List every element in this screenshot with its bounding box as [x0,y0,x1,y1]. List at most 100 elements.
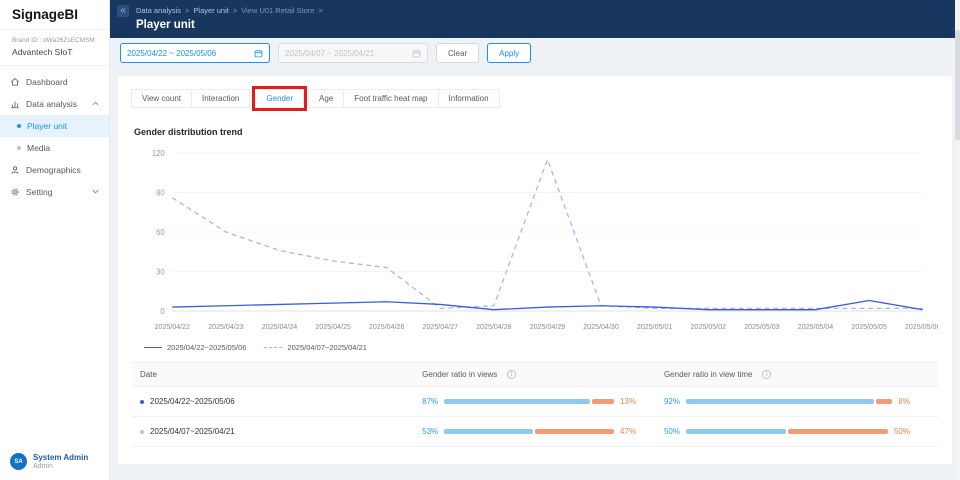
sidebar: SignageBI Brand ID : dWa26ZsECMSM Advant… [0,0,110,480]
sidebar-item-label: Data analysis [26,99,77,109]
sidebar-item-label: Demographics [26,165,81,175]
breadcrumb: Data analysis > Player unit > View U01 R… [136,6,960,15]
red-highlight-annotation: Gender [252,86,307,111]
info-icon[interactable]: i [507,370,516,379]
app-logo: SignageBI [0,0,109,30]
sidebar-item-media[interactable]: Media [0,137,109,159]
bar-right-seg [535,429,614,434]
row-date-cell: 2025/04/22~2025/05/06 [132,397,422,406]
views-ratio-cell: 87% 13% [422,397,664,406]
sidebar-item-setting[interactable]: Setting [0,181,109,203]
gender-trend-chart-svg: 03060901202025/04/222025/04/232025/04/24… [132,141,938,341]
ratio-bar [444,399,614,404]
bar-left-seg [444,429,533,434]
page-scrollbar[interactable] [955,0,960,480]
tab-gender[interactable]: Gender [255,89,304,108]
ratio-bar [686,399,892,404]
svg-text:2025/05/03: 2025/05/03 [744,322,780,331]
svg-text:2025/05/02: 2025/05/02 [690,322,726,331]
sidebar-item-demographics[interactable]: Demographics [0,159,109,181]
bar-right-seg [876,399,892,404]
bar-right-seg [592,399,614,404]
sidebar-item-label: Media [27,143,50,153]
svg-text:60: 60 [156,228,165,237]
scrollbar-thumb[interactable] [955,30,960,140]
column-header-date: Date [132,370,422,379]
tab-bar: View count Interaction Gender Age Foot t… [132,86,938,111]
calendar-icon [412,49,421,58]
bullet-icon [140,430,144,434]
views-ratio-cell: 53% 47% [422,427,664,436]
ratio-left-value: 92% [664,397,680,406]
user-role: Admin [33,463,88,470]
bar-chart-icon [10,99,20,109]
tab-age[interactable]: Age [308,89,344,108]
breadcrumb-item[interactable]: View U01 Retail Store [241,6,314,15]
legend-item-current[interactable]: 2025/04/22~2025/05/06 [144,343,246,352]
sidebar-item-player-unit[interactable]: Player unit [0,115,109,137]
svg-text:2025/04/25: 2025/04/25 [315,322,351,331]
sidebar-item-label: Player unit [27,121,67,131]
tab-interaction[interactable]: Interaction [191,89,250,108]
view-time-ratio-cell: 92% 8% [664,397,938,406]
clear-button[interactable]: Clear [436,43,479,63]
tab-information[interactable]: Information [438,89,500,108]
date-range-value: 2025/04/22 ~ 2025/05/06 [127,49,216,58]
user-profile[interactable]: SA System Admin Admin [10,453,88,470]
legend-label: 2025/04/07~2025/04/21 [287,343,366,352]
legend-label: 2025/04/22~2025/05/06 [167,343,246,352]
home-icon [10,77,20,87]
svg-text:2025/05/05: 2025/05/05 [851,322,887,331]
table-header-row: Date Gender ratio in views i Gender rati… [132,363,938,387]
sidebar-collapse-icon[interactable]: « [117,5,129,17]
ratio-right-value: 13% [620,397,636,406]
sidebar-item-data-analysis[interactable]: Data analysis [0,93,109,115]
svg-text:120: 120 [152,149,165,158]
table-row: 2025/04/22~2025/05/06 87% 13% 92% [132,387,938,417]
svg-text:2025/04/26: 2025/04/26 [369,322,405,331]
bar-left-seg [686,429,786,434]
chart-legend: 2025/04/22~2025/05/06 2025/04/07~2025/04… [144,343,938,352]
breadcrumb-separator: > [233,6,237,15]
legend-item-previous[interactable]: 2025/04/07~2025/04/21 [264,343,366,352]
tab-foot-traffic-heat-map[interactable]: Foot traffic heat map [343,89,438,108]
column-header-label: Gender ratio in views [422,370,497,379]
user-name: System Admin [33,453,88,462]
ratio-left-value: 50% [664,427,680,436]
ratio-right-value: 47% [620,427,636,436]
view-time-ratio-cell: 50% 50% [664,427,938,436]
dashed-line-icon [264,347,282,348]
svg-text:2025/05/04: 2025/05/04 [798,322,834,331]
apply-button[interactable]: Apply [487,43,531,63]
breadcrumb-item[interactable]: Player unit [193,6,228,15]
chart-title: Gender distribution trend [134,127,938,137]
sidebar-item-dashboard[interactable]: Dashboard [0,71,109,93]
svg-text:2025/04/23: 2025/04/23 [208,322,244,331]
svg-text:2025/04/30: 2025/04/30 [583,322,619,331]
svg-text:90: 90 [156,188,165,197]
breadcrumb-item[interactable]: Data analysis [136,6,181,15]
bar-left-seg [444,399,590,404]
ratio-left-value: 53% [422,427,438,436]
column-header-label: Gender ratio in view time [664,370,752,379]
ratio-left-value: 87% [422,397,438,406]
date-range-picker-primary[interactable]: 2025/04/22 ~ 2025/05/06 [120,43,270,63]
sidebar-item-label: Setting [26,187,52,197]
breadcrumb-separator: > [185,6,189,15]
row-date: 2025/04/22~2025/05/06 [150,397,235,406]
svg-text:2025/04/24: 2025/04/24 [262,322,298,331]
date-range-picker-compare[interactable]: 2025/04/07 ~ 2025/04/21 [278,43,428,63]
demographics-icon [10,165,20,175]
chevron-up-icon [92,99,99,109]
brand-name: Advantech SIoT [12,47,97,57]
gear-icon [10,187,20,197]
svg-text:2025/04/28: 2025/04/28 [476,322,512,331]
avatar: SA [10,453,27,470]
gender-trend-chart: 03060901202025/04/222025/04/232025/04/24… [132,141,938,341]
info-icon[interactable]: i [762,370,771,379]
ratio-right-value: 50% [894,427,910,436]
content-area: View count Interaction Gender Age Foot t… [110,68,960,480]
tab-view-count[interactable]: View count [131,89,192,108]
brand-id: Brand ID : dWa26ZsECMSM [12,37,97,44]
chevron-down-icon [92,187,99,197]
